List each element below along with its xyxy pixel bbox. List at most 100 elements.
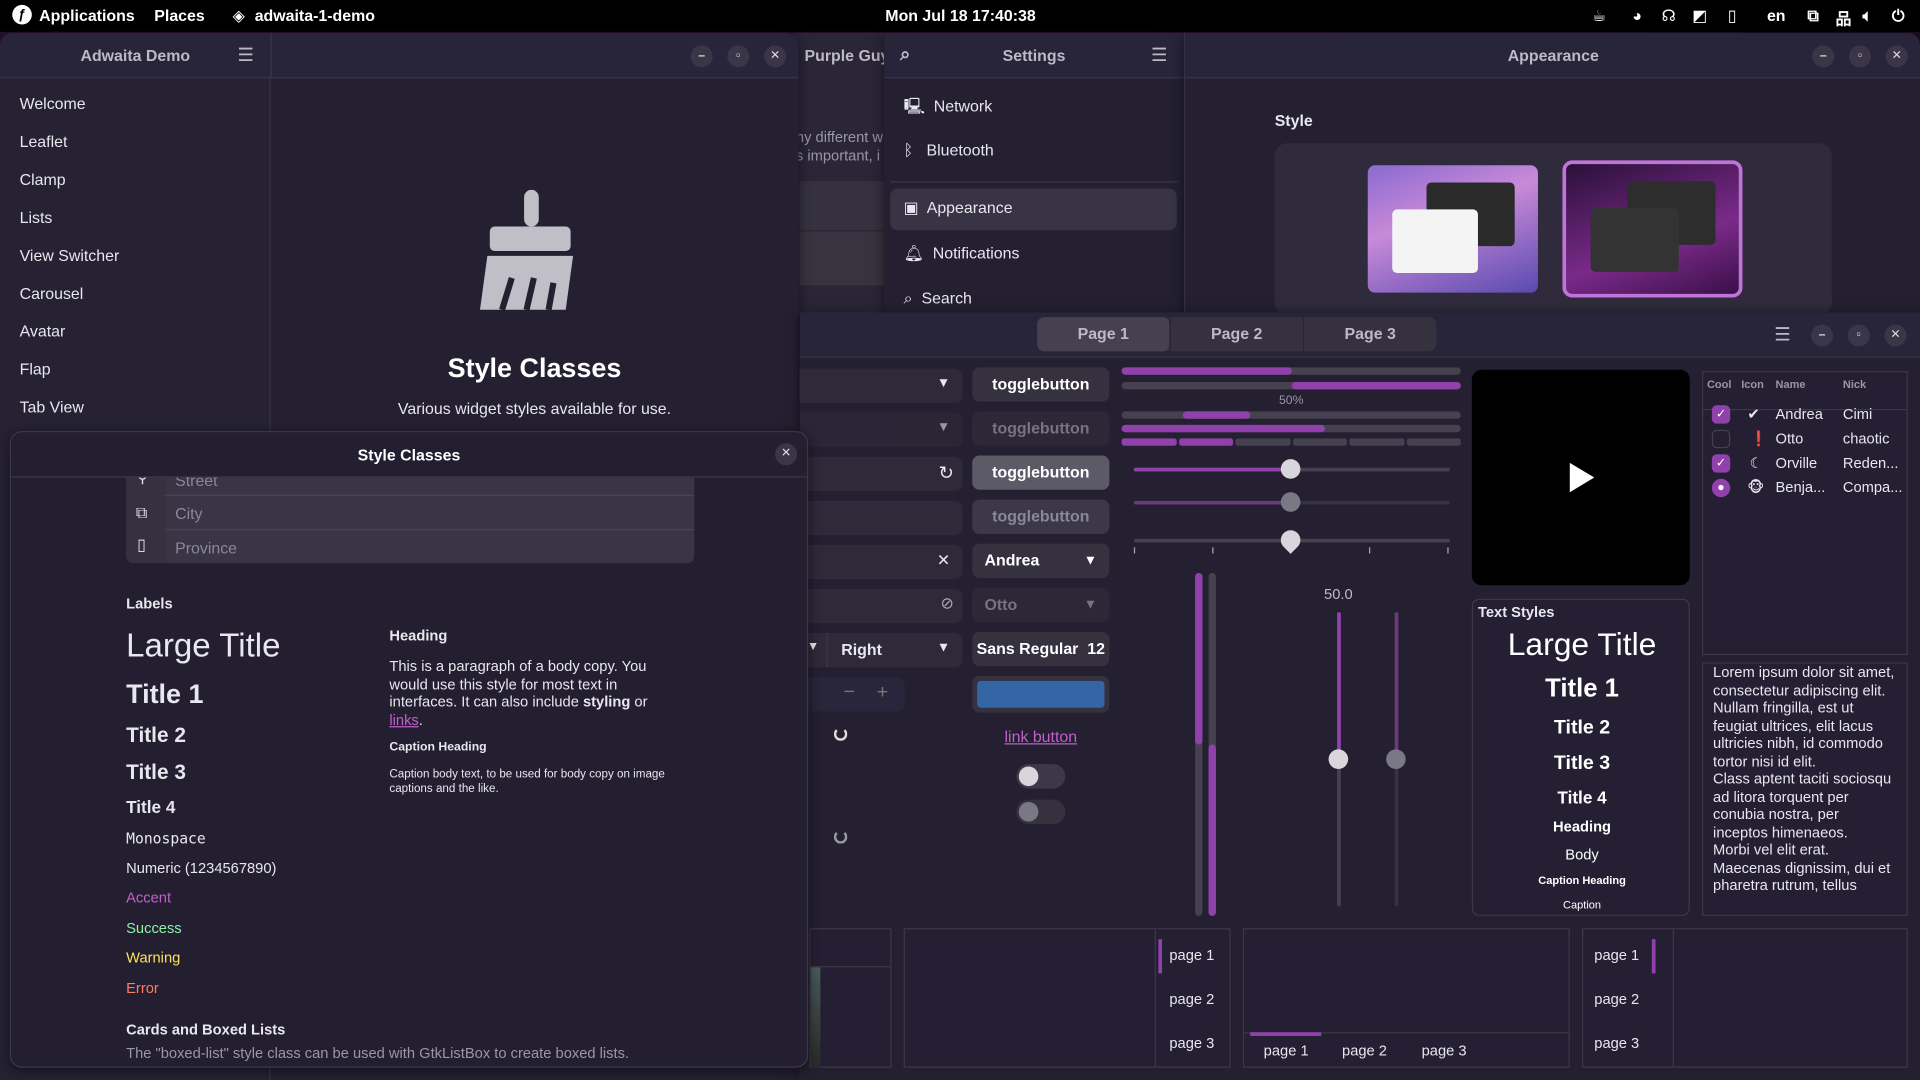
stack-page-3[interactable]: page 3 — [1422, 1042, 1467, 1059]
settings-item-bluetooth[interactable]: ᛒ Bluetooth — [904, 141, 1173, 159]
maximize-button[interactable]: ▫ — [727, 45, 750, 68]
coffee-icon[interactable]: ☕ — [1592, 6, 1606, 26]
togglebutton-active[interactable]: togglebutton — [972, 455, 1110, 490]
entry[interactable] — [799, 500, 963, 536]
tab-page-3[interactable]: Page 3 — [1302, 317, 1436, 352]
close-button[interactable]: ✕ — [775, 443, 798, 466]
settings-item-search[interactable]: ⌕ Search — [904, 289, 1173, 309]
settings-item-appearance[interactable]: ▣ Appearance — [890, 188, 1177, 231]
province-entry[interactable]: Province — [165, 531, 694, 563]
stack-page-1[interactable]: page 1 — [1594, 947, 1639, 964]
table-row[interactable]: ✓ ☾ Orville Reden... — [1703, 453, 1906, 477]
minimize-button[interactable]: – — [690, 45, 713, 68]
sidebar-item-tab-view[interactable]: Tab View — [20, 398, 84, 416]
style-dark-thumbnail[interactable] — [1562, 160, 1743, 298]
column-header-icon[interactable]: Icon — [1741, 378, 1764, 390]
stack-page-1[interactable]: page 1 — [1264, 1042, 1309, 1059]
sidebar-item-lists[interactable]: Lists — [20, 208, 53, 226]
video-player[interactable] — [1471, 369, 1690, 586]
play-icon[interactable] — [1569, 462, 1595, 493]
volume-icon[interactable]: 🔈︎ — [1862, 6, 1872, 26]
settings-item-notifications[interactable]: 🔔︎ Notifications — [904, 244, 1173, 264]
sidebar-item-view-switcher[interactable]: View Switcher — [20, 246, 120, 264]
sidebar-item-welcome[interactable]: Welcome — [20, 94, 86, 112]
octopus-icon[interactable]: ☊ — [1662, 6, 1676, 26]
clear-icon[interactable]: ✕ — [937, 551, 950, 571]
close-button[interactable]: ✕ — [764, 45, 787, 68]
stack-page-3[interactable]: page 3 — [1169, 1035, 1214, 1052]
table-row[interactable]: ✓ ✔ Andrea Cimi — [1703, 404, 1906, 428]
places-menu[interactable]: Places — [154, 6, 204, 24]
stack-page-3[interactable]: page 3 — [1594, 1035, 1639, 1052]
column-header-nick[interactable]: Nick — [1843, 378, 1866, 390]
settings-item-network[interactable]: 🖳︎ Network — [904, 96, 1173, 123]
clipboard-icon[interactable]: ▯ — [1728, 6, 1737, 26]
stack-page-2[interactable]: page 2 — [1342, 1042, 1387, 1059]
menu-icon[interactable]: ☰ — [1774, 323, 1790, 345]
password-entry[interactable]: ⊘ — [799, 588, 963, 624]
checkbox-checked[interactable]: ✓ — [1711, 454, 1731, 473]
sidebar-item-clamp[interactable]: Clamp — [20, 170, 66, 188]
display-icon[interactable]: ⧉ — [1807, 6, 1818, 26]
stack-page-2[interactable]: page 2 — [1594, 991, 1639, 1008]
app-menu[interactable]: adwaita-1-demo — [255, 6, 375, 24]
inline-link[interactable]: links — [389, 711, 418, 728]
menu-icon[interactable]: ☰ — [1151, 44, 1167, 66]
togglebutton[interactable]: togglebutton — [972, 367, 1110, 402]
color-button[interactable] — [972, 675, 1110, 713]
keyboard-layout[interactable]: en — [1767, 6, 1786, 24]
stack-page-2[interactable]: page 2 — [1169, 991, 1214, 1008]
link-button[interactable]: link button — [972, 727, 1109, 745]
column-header-name[interactable]: Name — [1776, 378, 1806, 390]
slider[interactable] — [1133, 459, 1450, 479]
refresh-entry[interactable]: ↻ — [799, 456, 963, 492]
minimize-button[interactable]: – — [1811, 324, 1834, 347]
sidebar-item-leaflet[interactable]: Leaflet — [20, 132, 68, 150]
warning-label: Warning — [126, 948, 181, 967]
clock[interactable]: Mon Jul 18 17:40:38 — [885, 6, 1035, 24]
tab-page-2[interactable]: Page 2 — [1169, 317, 1302, 352]
slider-marks[interactable] — [1133, 526, 1450, 554]
tab-page-1[interactable]: Page 1 — [1037, 317, 1170, 352]
network-icon[interactable]: 品 — [1836, 6, 1852, 29]
sidebar-item-carousel[interactable]: Carousel — [20, 284, 84, 302]
power-icon[interactable]: ⏻ — [1892, 6, 1905, 26]
switch[interactable] — [1016, 764, 1066, 789]
minus-icon[interactable]: − — [844, 682, 855, 704]
close-button[interactable]: ✕ — [1885, 45, 1908, 68]
maximize-button[interactable]: ▫ — [1847, 324, 1870, 347]
text-view[interactable]: Lorem ipsum dolor sit amet, consectetur … — [1702, 662, 1908, 916]
column-header-cool[interactable]: Cool — [1707, 378, 1731, 390]
checkbox-checked[interactable]: ✓ — [1711, 405, 1731, 424]
close-button[interactable]: ✕ — [1884, 324, 1907, 347]
maximize-button[interactable]: ▫ — [1848, 45, 1872, 68]
refresh-icon[interactable]: ↻ — [938, 462, 953, 484]
stack-page-1[interactable]: page 1 — [1169, 947, 1214, 964]
fedora-logo-icon[interactable]: ƒ — [12, 4, 32, 25]
menu-icon[interactable]: ☰ — [238, 44, 254, 66]
sidebar-item-avatar[interactable]: Avatar — [20, 322, 66, 340]
dropdown-right[interactable]: Right — [841, 640, 882, 658]
dropdown-andrea[interactable]: Andrea ▼ — [972, 543, 1110, 578]
table-row[interactable]: ● 🐵︎ Benja... Compa... — [1703, 478, 1906, 502]
checkbox-mixed[interactable]: ● — [1711, 478, 1731, 498]
text-view-content[interactable]: Lorem ipsum dolor sit amet, consectetur … — [1703, 664, 1906, 895]
checkbox-unchecked[interactable] — [1711, 429, 1731, 449]
table-row[interactable]: ❗ Otto chaotic — [1703, 429, 1906, 453]
combo-entry[interactable]: ▼ — [799, 368, 963, 403]
nvidia-icon[interactable]: ◩ — [1692, 6, 1707, 26]
vertical-scale[interactable] — [1328, 612, 1349, 907]
city-entry[interactable]: City — [165, 497, 695, 531]
plus-icon[interactable]: + — [877, 682, 888, 704]
spin-button[interactable]: − + — [799, 677, 905, 712]
clear-entry[interactable]: ✕ — [799, 544, 963, 580]
minimize-button[interactable]: – — [1812, 45, 1835, 68]
style-default-thumbnail[interactable] — [1367, 165, 1538, 293]
font-button[interactable]: Sans Regular 12 — [972, 631, 1110, 667]
heading: Heading — [1553, 817, 1612, 836]
sidebar-item-flap[interactable]: Flap — [20, 360, 51, 378]
applications-menu[interactable]: Applications — [39, 6, 135, 24]
switch-disabled — [1016, 799, 1066, 825]
eye-hidden-icon[interactable]: ⊘ — [941, 594, 954, 614]
steam-icon[interactable]: ◕ — [1632, 6, 1642, 24]
